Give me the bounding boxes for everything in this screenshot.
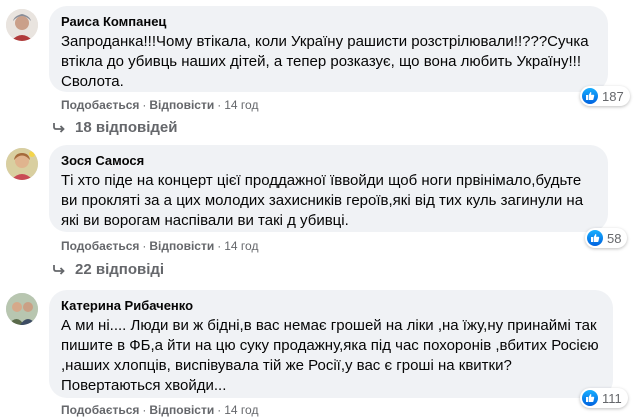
reaction-count[interactable]: 58 — [585, 228, 628, 248]
reply-arrow-icon — [52, 122, 66, 134]
reply-button[interactable]: Відповісти — [149, 403, 214, 417]
comment-text: Запроданка!!!Чому втікала, коли Україну … — [61, 33, 589, 90]
like-button[interactable]: Подобається — [61, 239, 139, 253]
comment-bubble: Катерина Рибаченко А ми ні.... Люди ви ж… — [49, 290, 613, 398]
replies-label: 18 відповідей — [75, 119, 178, 136]
comment-actions: Подобається · Відповісти · 14 год — [61, 97, 258, 113]
avatar[interactable] — [6, 148, 38, 180]
comment-author[interactable]: Зося Самося — [61, 153, 596, 169]
separator: · — [217, 403, 222, 417]
view-replies-link[interactable]: 18 відповідей — [52, 119, 177, 136]
reply-arrow-icon — [52, 264, 66, 276]
reply-button[interactable]: Відповісти — [149, 98, 214, 112]
like-button[interactable]: Подобається — [61, 98, 139, 112]
timestamp[interactable]: 14 год — [224, 98, 258, 112]
separator: · — [142, 403, 147, 417]
timestamp[interactable]: 14 год — [224, 239, 258, 253]
comment-text: А ми ні.... Люди ви ж бідні,в вас немає … — [61, 317, 599, 394]
thumbs-up-icon — [582, 88, 598, 104]
like-button[interactable]: Подобається — [61, 403, 139, 417]
reaction-count[interactable]: 187 — [580, 86, 630, 106]
comment-author[interactable]: Катерина Рибаченко — [61, 298, 601, 314]
separator: · — [217, 239, 222, 253]
thumbs-up-icon — [582, 390, 598, 406]
comment-author[interactable]: Раиса Компанец — [61, 14, 596, 30]
comment-actions: Подобається · Відповісти · 14 год — [61, 238, 258, 254]
reaction-count-value: 58 — [607, 230, 622, 246]
replies-label: 22 відповіді — [75, 261, 165, 278]
avatar[interactable] — [6, 9, 38, 41]
view-replies-link[interactable]: 22 відповіді — [52, 261, 164, 278]
avatar[interactable] — [6, 293, 38, 325]
reply-button[interactable]: Відповісти — [149, 239, 214, 253]
timestamp[interactable]: 14 год — [224, 403, 258, 417]
comment-bubble: Раиса Компанец Запроданка!!!Чому втікала… — [49, 6, 608, 92]
reaction-count-value: 187 — [602, 88, 624, 104]
separator: · — [142, 239, 147, 253]
comment-actions: Подобається · Відповісти · 14 год — [61, 402, 258, 418]
thumbs-up-icon — [587, 230, 603, 246]
reaction-count[interactable]: 111 — [580, 388, 628, 408]
reaction-count-value: 111 — [602, 390, 622, 406]
comment-text: Ті хто піде на концерт цієї проддажної ї… — [61, 172, 584, 229]
separator: · — [142, 98, 147, 112]
comment-bubble: Зося Самося Ті хто піде на концерт цієї … — [49, 145, 608, 232]
separator: · — [217, 98, 222, 112]
